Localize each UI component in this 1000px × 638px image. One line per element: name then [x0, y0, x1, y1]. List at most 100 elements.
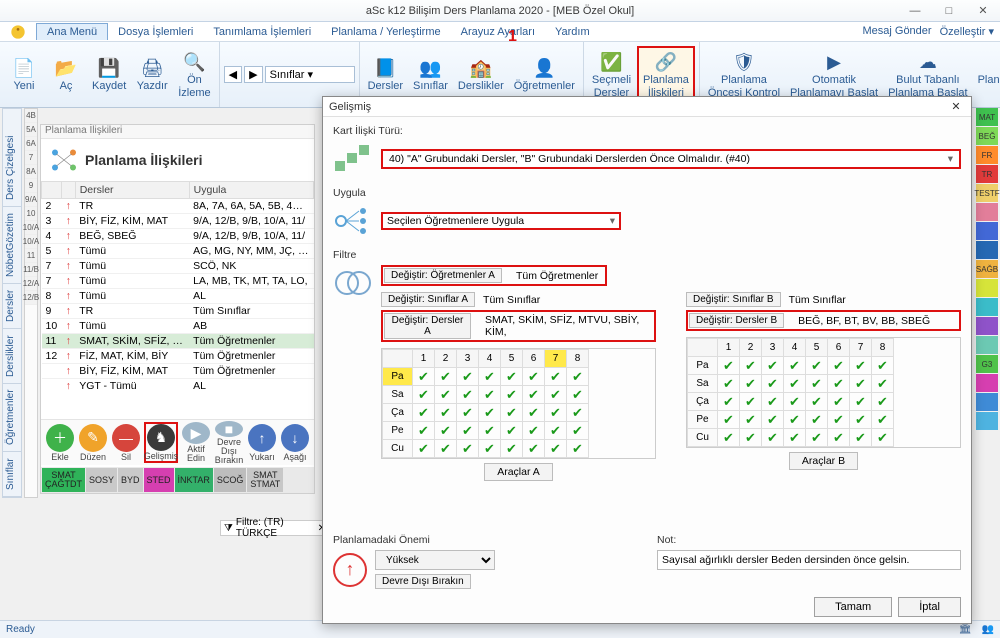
tool-ekle[interactable]: ＋Ekle: [45, 422, 75, 463]
relation-row[interactable]: 8↑TümüAL: [42, 289, 314, 304]
menu-tab-ui[interactable]: Arayuz Ayarları: [451, 24, 545, 40]
lt-schedule[interactable]: Ders Çizelgesi: [3, 129, 21, 206]
btn-lessons-b[interactable]: Değiştir: Dersler B: [689, 313, 784, 328]
customize-dropdown[interactable]: Özelleştir ▾: [940, 25, 994, 38]
importance-disable[interactable]: Devre Dışı Bırakın: [375, 574, 471, 589]
side-chip[interactable]: [976, 203, 998, 221]
relation-row[interactable]: ↑BİY, FİZ, KİM, MATTüm Öğretmenler: [42, 364, 314, 379]
btn-classes-b[interactable]: Değiştir: Sınıflar B: [686, 292, 781, 307]
class-row[interactable]: 4B: [25, 109, 37, 123]
rb-save[interactable]: 💾Kaydet: [88, 54, 130, 94]
side-chip[interactable]: TR: [976, 165, 998, 183]
relation-row[interactable]: 7↑TümüSCÖ, NK: [42, 259, 314, 274]
side-chip[interactable]: [976, 374, 998, 392]
filter-bar[interactable]: ⧩ Filtre: (TR) TÜRKÇE ✕: [220, 520, 330, 536]
lt-rooms[interactable]: Derslikler: [3, 329, 21, 384]
rb-classes[interactable]: 👥Sınıflar: [409, 54, 452, 94]
side-chip[interactable]: [976, 317, 998, 335]
cardtype-select[interactable]: 40) "A" Grubundaki Dersler, "B" Grubunda…: [381, 149, 961, 169]
class-row[interactable]: 11: [25, 249, 37, 263]
btn-lessons-a[interactable]: Değiştir: Dersler A: [384, 313, 471, 339]
class-row[interactable]: 12/A: [25, 277, 37, 291]
lt-classes[interactable]: Sınıflar: [3, 452, 21, 497]
tool-devre-dışı-bırakın[interactable]: ■Devre Dışı Bırakın: [214, 422, 244, 463]
dialog-cancel[interactable]: İptal: [898, 597, 961, 617]
lt-supervision[interactable]: NöbetGözetim: [3, 207, 21, 284]
rb-new[interactable]: 📄Yeni: [4, 54, 44, 94]
side-chip[interactable]: [976, 336, 998, 354]
tool-aktif-edin[interactable]: ▶Aktif Edin: [181, 422, 211, 463]
side-chip[interactable]: SAĞB: [976, 260, 998, 278]
menu-tab-planning[interactable]: Planlama / Yerleştirme: [321, 24, 450, 40]
side-chip[interactable]: FR: [976, 146, 998, 164]
close-button[interactable]: ✕: [966, 0, 1000, 22]
relation-row[interactable]: ↑YGT - TümüAL: [42, 379, 314, 392]
maximize-button[interactable]: □: [932, 0, 966, 22]
class-row[interactable]: 6A: [25, 137, 37, 151]
side-chip[interactable]: MAT: [976, 108, 998, 126]
menu-tab-help[interactable]: Yardım: [545, 24, 600, 40]
dialog-ok[interactable]: Tamam: [814, 597, 892, 617]
class-selector[interactable]: Sınıflar ▾: [265, 66, 355, 83]
rb-teachers[interactable]: 👤Öğretmenler: [510, 54, 579, 94]
relation-row[interactable]: 9↑TRTüm Sınıflar: [42, 304, 314, 319]
class-row[interactable]: 8A: [25, 165, 37, 179]
btn-tools-b[interactable]: Araçlar B: [789, 452, 858, 470]
side-chip[interactable]: [976, 412, 998, 430]
note-input[interactable]: [657, 550, 961, 570]
rb-print[interactable]: 🖨Yazdır: [132, 54, 172, 94]
relation-row[interactable]: 10↑TümüAB: [42, 319, 314, 334]
minimize-button[interactable]: —: [898, 0, 932, 22]
daygrid-a[interactable]: 12345678Pa✔✔✔✔✔✔✔✔Sa✔✔✔✔✔✔✔✔Ça✔✔✔✔✔✔✔✔Pe…: [381, 348, 656, 459]
btn-teachers-a[interactable]: Değiştir: Öğretmenler A: [384, 268, 502, 283]
class-row[interactable]: 10/A: [25, 235, 37, 249]
side-chip[interactable]: [976, 279, 998, 297]
apply-select[interactable]: Seçilen Öğretmenlere Uygula▾: [381, 212, 621, 230]
subject-chip[interactable]: STED: [144, 468, 174, 492]
class-row[interactable]: 11/B: [25, 263, 37, 277]
rb-postcheck[interactable]: ✔Planlama Sonrası Kontrol: [974, 48, 1000, 100]
menu-tab-file[interactable]: Dosya İşlemleri: [108, 24, 203, 40]
side-chip[interactable]: [976, 241, 998, 259]
tool-yukarı[interactable]: ↑Yukarı: [247, 422, 277, 463]
nav-prev[interactable]: ◀: [224, 66, 242, 83]
relation-row[interactable]: 11↑SMAT, SKİM, SFİZ, MTVU,Tüm Öğretmenle…: [42, 334, 314, 349]
subject-chip[interactable]: SCOĞ: [214, 468, 247, 492]
class-row[interactable]: 9/A: [25, 193, 37, 207]
daygrid-b[interactable]: 12345678Pa✔✔✔✔✔✔✔✔Sa✔✔✔✔✔✔✔✔Ça✔✔✔✔✔✔✔✔Pe…: [686, 337, 961, 448]
rb-subjects[interactable]: 📘Dersler: [364, 54, 407, 94]
relation-row[interactable]: 5↑TümüAG, MG, NY, MM, JÇ, DS: [42, 244, 314, 259]
subject-chip[interactable]: SMATÇAĞTDT: [42, 468, 85, 492]
tool-gelişmiş[interactable]: ♞Gelişmiş: [144, 422, 178, 463]
relation-row[interactable]: 7↑TümüLA, MB, TK, MT, TA, LO,: [42, 274, 314, 289]
send-message-link[interactable]: Mesaj Gönder: [862, 25, 931, 38]
btn-classes-a[interactable]: Değiştir: Sınıflar A: [381, 292, 475, 307]
tool-düzen[interactable]: ✎Düzen: [78, 422, 108, 463]
relation-row[interactable]: 2↑TR8A, 7A, 6A, 5A, 5B, 4B, 4A: [42, 199, 314, 214]
rb-autoplan[interactable]: ▶Otomatik Planlamayı Başlat: [786, 48, 882, 100]
class-row[interactable]: 12/B: [25, 291, 37, 305]
menu-tab-main[interactable]: Ana Menü: [36, 23, 108, 40]
menu-tab-definitions[interactable]: Tanımlama İşlemleri: [203, 24, 321, 40]
side-chip[interactable]: TESTF: [976, 184, 998, 202]
class-row[interactable]: 7: [25, 151, 37, 165]
tool-sil[interactable]: —Sil: [111, 422, 141, 463]
subject-chip[interactable]: SMATSTMAT: [247, 468, 283, 492]
tool-aşağı[interactable]: ↓Aşağı: [280, 422, 310, 463]
class-row[interactable]: 10/A: [25, 221, 37, 235]
nav-next[interactable]: ▶: [244, 66, 262, 83]
relation-row[interactable]: 3↑BİY, FİZ, KİM, MAT9/A, 12/B, 9/B, 10/A…: [42, 214, 314, 229]
rb-rooms[interactable]: 🏫Derslikler: [454, 54, 508, 94]
side-chip[interactable]: [976, 222, 998, 240]
side-chip[interactable]: G3: [976, 355, 998, 373]
dialog-close[interactable]: ✕: [947, 98, 965, 116]
rb-preview[interactable]: 🔍Ön İzleme: [174, 48, 214, 100]
class-row[interactable]: 10: [25, 207, 37, 221]
rb-electives[interactable]: ✅Seçmeli Dersler: [588, 48, 635, 100]
side-chip[interactable]: [976, 298, 998, 316]
relation-row[interactable]: 4↑BEĞ, SBEĞ9/A, 12/B, 9/B, 10/A, 11/: [42, 229, 314, 244]
importance-select[interactable]: Yüksek: [375, 550, 495, 570]
side-chip[interactable]: BEĞ: [976, 127, 998, 145]
subject-chip[interactable]: İNKTAR: [175, 468, 213, 492]
lt-teachers[interactable]: Öğretmenler: [3, 384, 21, 453]
